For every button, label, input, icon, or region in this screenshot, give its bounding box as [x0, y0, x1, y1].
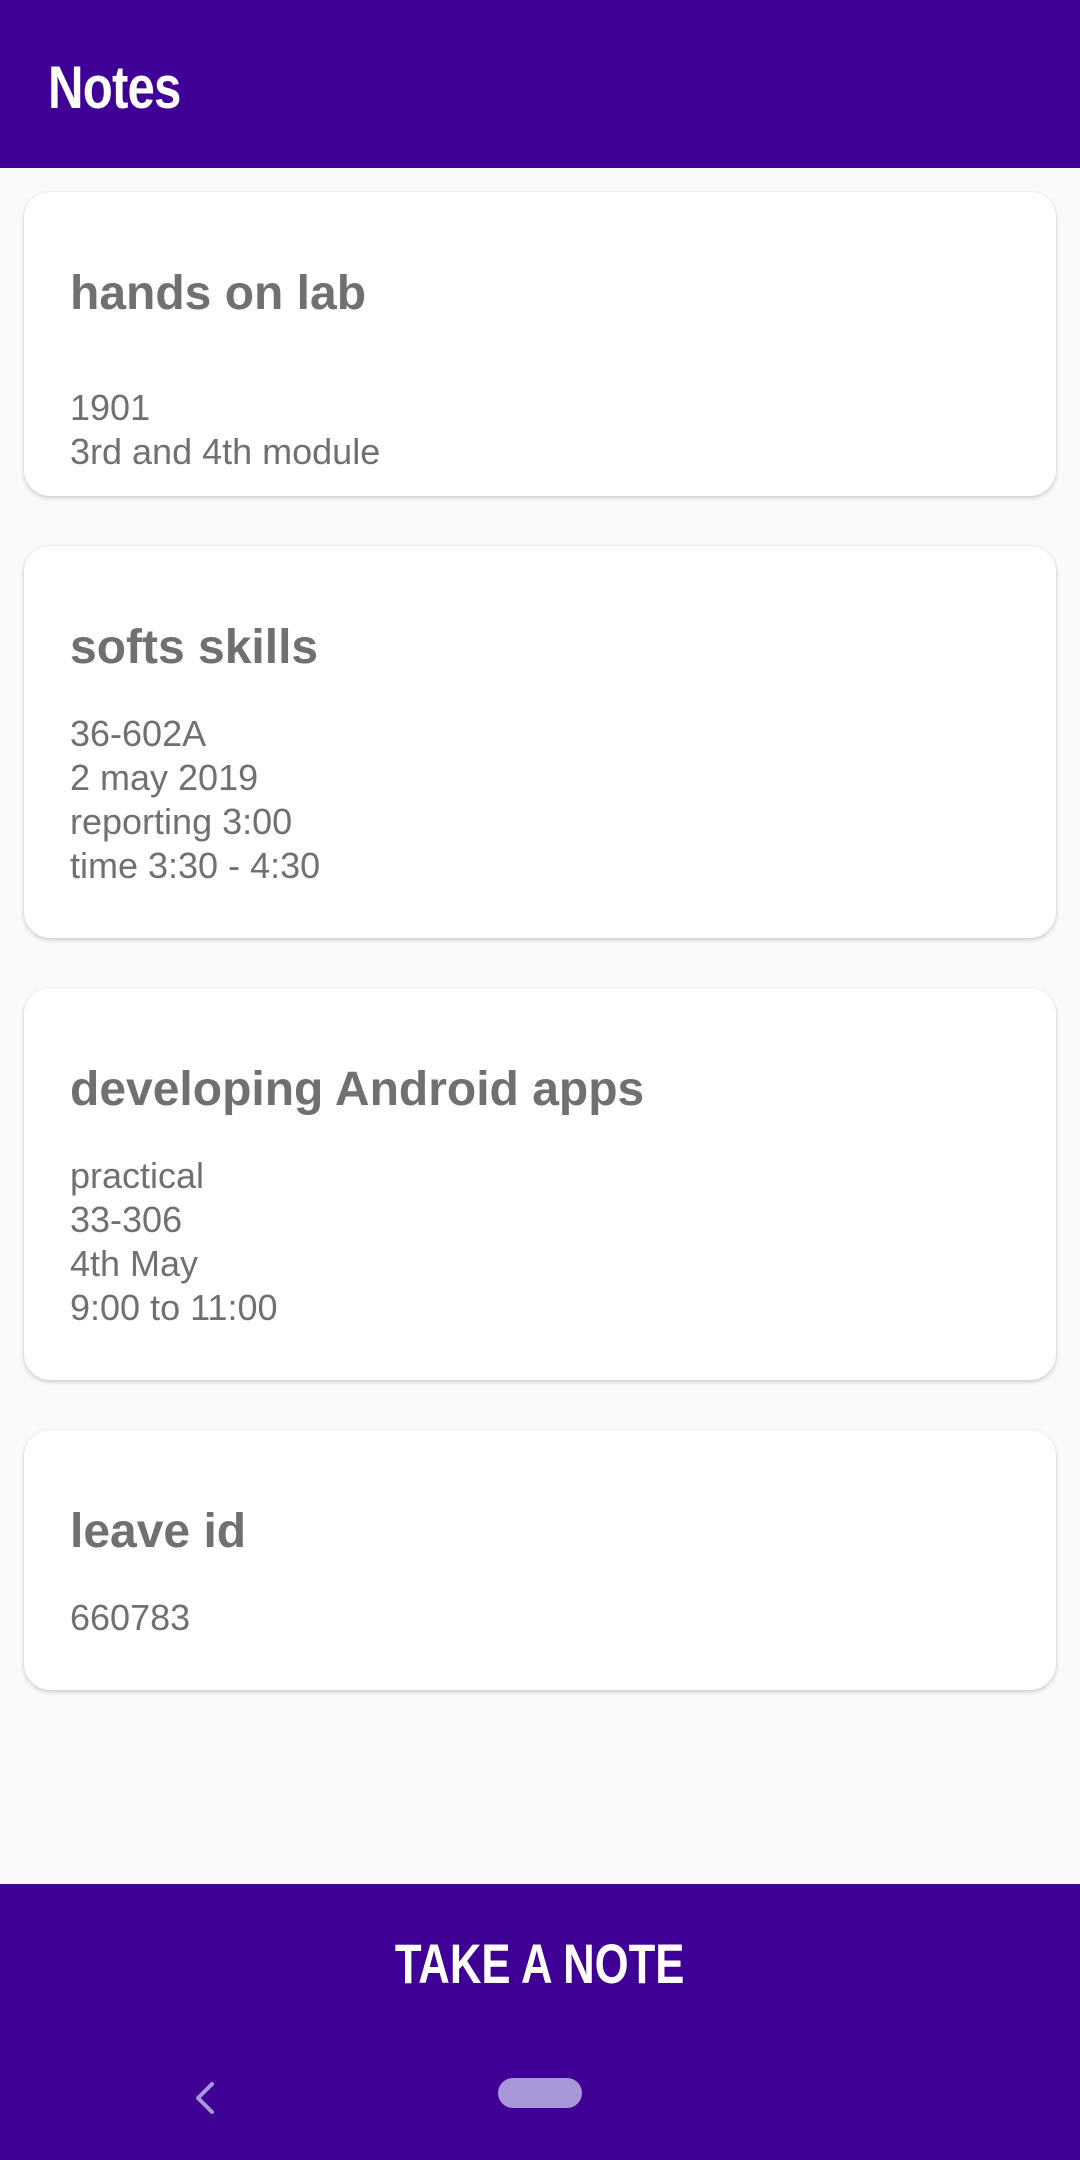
home-pill-icon[interactable] [498, 2078, 582, 2108]
note-body: practical 33-306 4th May 9:00 to 11:00 [70, 1155, 278, 1328]
note-title: softs skills [70, 621, 319, 674]
chevron-left-icon[interactable] [186, 2078, 226, 2118]
note-body: 36-602A 2 may 2019 reporting 3:00 time 3… [70, 713, 321, 886]
app-bar: Notes [0, 0, 1080, 168]
note-card[interactable]: hands on lab 1901 3rd and 4th module [24, 192, 1056, 496]
note-body: 660783 [70, 1597, 191, 1638]
note-card[interactable]: softs skills 36-602A 2 may 2019 reportin… [24, 546, 1056, 938]
take-a-note-label: TAKE A NOTE [395, 1932, 685, 1995]
note-body: 1901 3rd and 4th module [70, 387, 381, 472]
bottom-bar: TAKE A NOTE [0, 1884, 1080, 2160]
take-a-note-button[interactable]: TAKE A NOTE [0, 1884, 1080, 2044]
note-title: developing Android apps [70, 1063, 645, 1116]
note-title: hands on lab [70, 267, 367, 320]
note-card[interactable]: leave id 660783 [24, 1430, 1056, 1690]
page-title: Notes [48, 54, 181, 121]
note-card[interactable]: developing Android apps practical 33-306… [24, 988, 1056, 1380]
note-title: leave id [70, 1505, 247, 1558]
